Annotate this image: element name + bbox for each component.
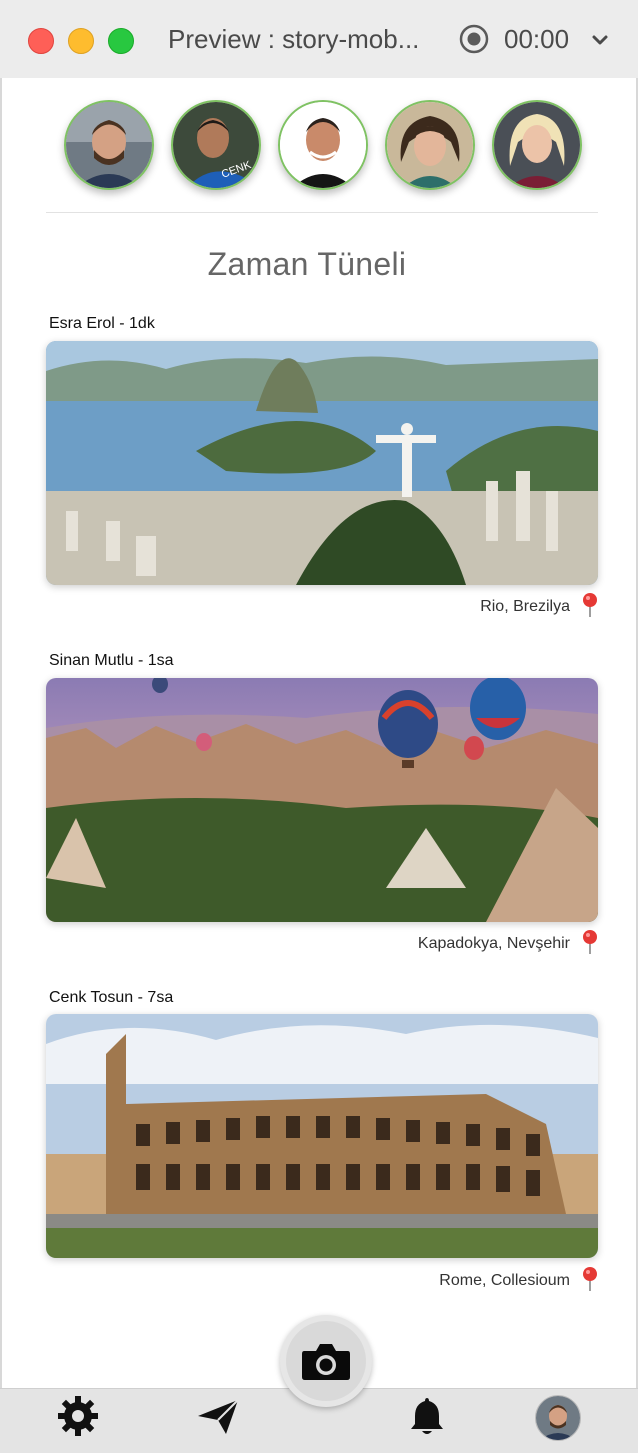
post-image <box>46 1014 598 1258</box>
window-title: Preview : story-mob... <box>168 24 420 54</box>
cappadocia-photo[interactable] <box>46 678 598 922</box>
story-avatar-1[interactable] <box>64 100 154 190</box>
post-image <box>46 341 598 585</box>
avatar <box>387 102 473 188</box>
story-avatar-2[interactable]: CENK <box>171 100 261 190</box>
record-timer: 00:00 <box>504 24 570 54</box>
record-icon[interactable] <box>459 24 489 54</box>
post-location-1: Rio, Brezilya <box>480 598 570 615</box>
camera-icon <box>302 1344 350 1380</box>
post-location-3: Rome, Collesioum <box>439 1272 570 1289</box>
chevron-down-icon[interactable] <box>590 30 610 50</box>
story-avatar-5[interactable] <box>492 100 582 190</box>
avatar <box>536 1396 580 1440</box>
avatar <box>66 102 152 188</box>
send-icon[interactable] <box>196 1394 240 1438</box>
post-author-2[interactable]: Sinan Mutlu - 1sa <box>49 652 174 670</box>
bell-icon[interactable] <box>405 1394 449 1438</box>
colosseum-photo[interactable] <box>46 1014 598 1258</box>
avatar <box>280 102 366 188</box>
rio-photo[interactable] <box>46 341 598 585</box>
avatar: CENK <box>173 102 259 188</box>
profile-avatar[interactable] <box>535 1395 581 1441</box>
close-icon[interactable] <box>28 28 54 54</box>
post-author-1[interactable]: Esra Erol - 1dk <box>49 315 155 333</box>
avatar <box>494 102 580 188</box>
minimize-icon[interactable] <box>68 28 94 54</box>
gear-icon[interactable] <box>56 1394 100 1438</box>
story-avatar-4[interactable] <box>385 100 475 190</box>
location-pin-icon <box>583 1267 597 1291</box>
camera-button-inner <box>286 1321 366 1401</box>
zoom-icon[interactable] <box>108 28 134 54</box>
camera-button[interactable] <box>280 1315 372 1407</box>
window-titlebar: Preview : story-mob... 00:00 <box>0 0 638 79</box>
post-author-3[interactable]: Cenk Tosun - 7sa <box>49 989 173 1007</box>
location-pin-icon <box>583 593 597 617</box>
page-title: Zaman Tüneli <box>207 246 407 282</box>
divider <box>46 212 598 213</box>
location-pin-icon <box>583 930 597 954</box>
story-avatar-3[interactable] <box>278 100 368 190</box>
post-location-2: Kapadokya, Nevşehir <box>417 935 570 952</box>
stories-row: CENK <box>64 100 584 190</box>
post-image <box>46 678 598 922</box>
